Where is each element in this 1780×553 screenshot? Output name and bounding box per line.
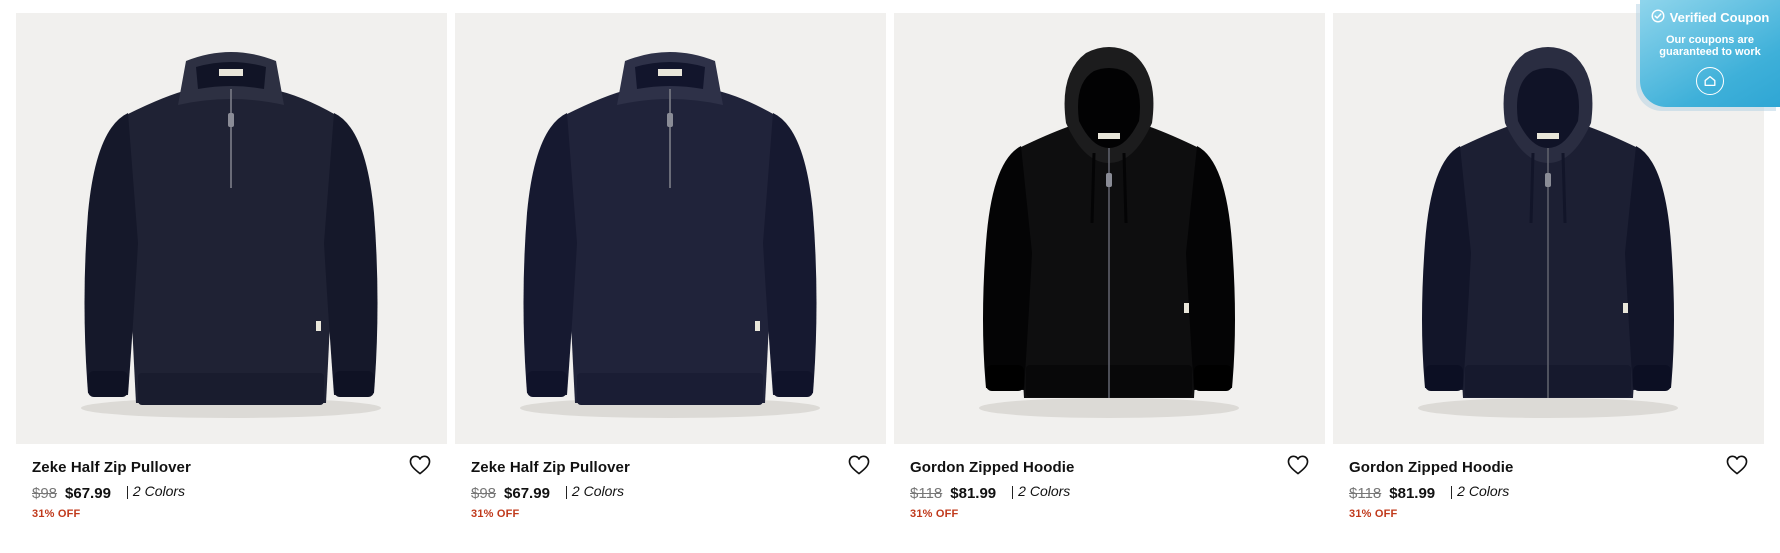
discount-badge: 31% OFF (1349, 508, 1398, 520)
product-card[interactable]: Zeke Half Zip Pullover $98 $67.99 2 Colo… (16, 13, 447, 520)
color-count[interactable]: 2 Colors (572, 483, 624, 499)
wishlist-heart-icon[interactable] (1726, 455, 1748, 475)
discount-badge: 31% OFF (910, 508, 959, 520)
product-image[interactable] (455, 13, 886, 444)
price-row: $118 $81.99 2 Colors (1349, 482, 1748, 504)
original-price: $98 (32, 484, 58, 502)
coupon-title-row: Verified Coupon (1640, 9, 1780, 26)
divider (565, 485, 567, 499)
original-price: $118 (910, 484, 943, 502)
wishlist-heart-icon[interactable] (848, 455, 870, 475)
discount-badge: 31% OFF (471, 508, 520, 520)
product-name[interactable]: Gordon Zipped Hoodie (910, 458, 1309, 478)
wishlist-heart-icon[interactable] (409, 455, 431, 475)
product-info: Zeke Half Zip Pullover $98 $67.99 2 Colo… (16, 444, 447, 520)
half-zip-pullover-image (81, 52, 381, 418)
sale-price: $81.99 (950, 484, 997, 502)
zipped-hoodie-image (979, 47, 1239, 418)
check-circle-icon (1651, 9, 1665, 26)
product-card[interactable]: Zeke Half Zip Pullover $98 $67.99 2 Colo… (455, 13, 886, 520)
color-count[interactable]: 2 Colors (1018, 483, 1070, 499)
sale-price: $67.99 (504, 484, 550, 502)
color-count[interactable]: 2 Colors (133, 483, 185, 499)
wishlist-heart-icon[interactable] (1287, 455, 1309, 475)
product-name[interactable]: Zeke Half Zip Pullover (471, 458, 870, 478)
coupon-subtitle: Our coupons are guaranteed to work (1659, 34, 1761, 58)
product-image[interactable] (894, 13, 1325, 444)
divider (126, 485, 128, 499)
price-row: $98 $67.99 2 Colors (471, 482, 870, 504)
product-info: Gordon Zipped Hoodie $118 $81.99 2 Color… (894, 444, 1325, 520)
product-info: Zeke Half Zip Pullover $98 $67.99 2 Colo… (455, 444, 886, 520)
product-image[interactable] (16, 13, 447, 444)
price-row: $98 $67.99 2 Colors (32, 482, 431, 504)
price-row: $118 $81.99 2 Colors (910, 482, 1309, 504)
product-card[interactable]: Gordon Zipped Hoodie $118 $81.99 2 Color… (894, 13, 1325, 520)
half-zip-pullover-image (520, 52, 820, 418)
original-price: $98 (471, 484, 497, 502)
sale-price: $81.99 (1389, 484, 1436, 502)
product-grid: Zeke Half Zip Pullover $98 $67.99 2 Colo… (16, 13, 1764, 520)
product-name[interactable]: Zeke Half Zip Pullover (32, 458, 431, 478)
divider (1451, 485, 1453, 499)
coupon-title: Verified Coupon (1669, 10, 1770, 25)
discount-badge: 31% OFF (32, 508, 81, 520)
divider (1012, 485, 1014, 499)
home-icon[interactable] (1696, 67, 1724, 95)
product-name[interactable]: Gordon Zipped Hoodie (1349, 458, 1748, 478)
verified-coupon-badge[interactable]: Verified Coupon Our coupons are guarante… (1640, 0, 1780, 107)
color-count[interactable]: 2 Colors (1457, 483, 1509, 499)
product-info: Gordon Zipped Hoodie $118 $81.99 2 Color… (1333, 444, 1764, 520)
sale-price: $67.99 (65, 484, 111, 502)
original-price: $118 (1349, 484, 1382, 502)
